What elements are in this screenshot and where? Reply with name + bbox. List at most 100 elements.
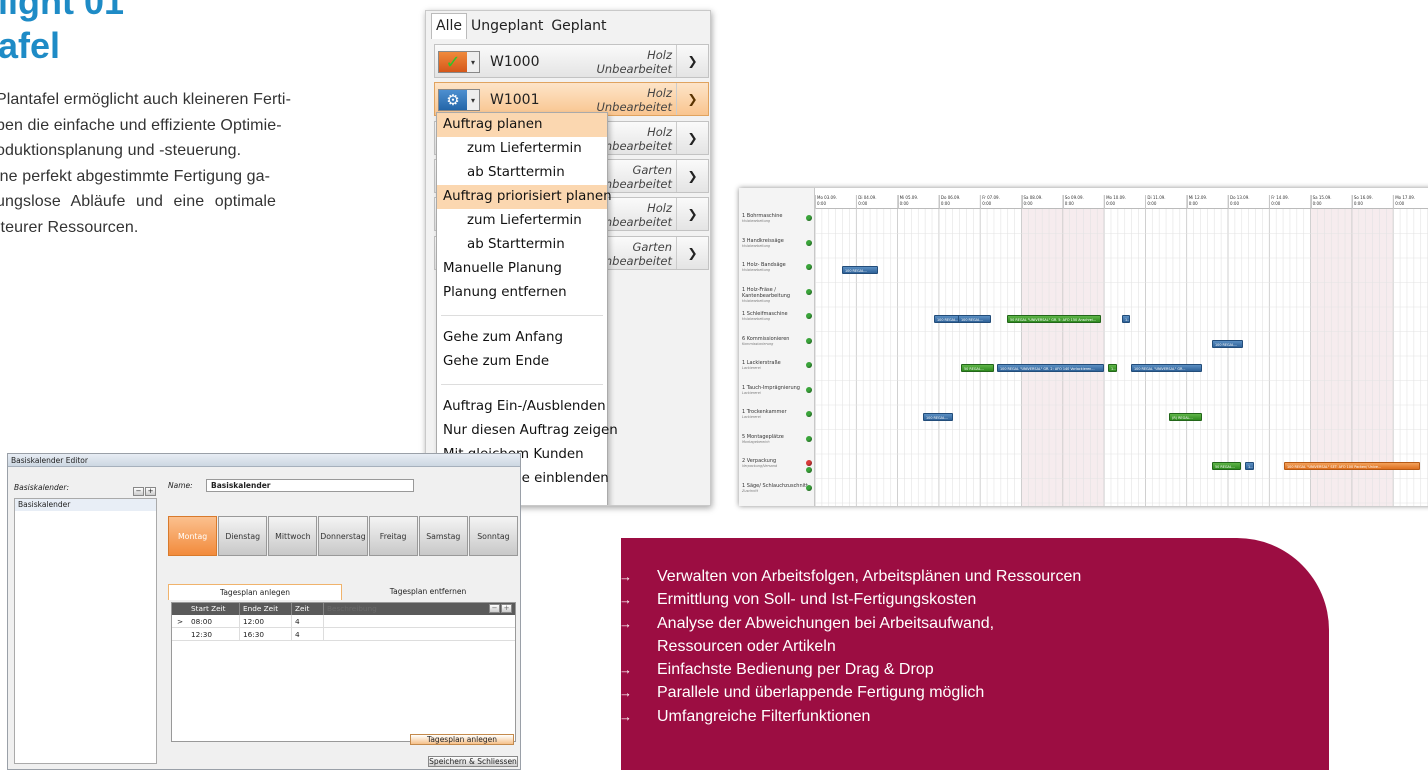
dropdown-arrow-icon[interactable]: ▾ (467, 52, 479, 72)
add-row-button[interactable]: + (501, 604, 512, 613)
resource-status-icon (806, 337, 812, 344)
resource-label[interactable]: 1 Säge/ Schlauchzuschnitt Zuschnitt (742, 483, 808, 493)
cell-zeit[interactable]: 4 (292, 615, 324, 627)
resource-label[interactable]: 3 Handkreissäge Holzbearbeitung (742, 238, 808, 248)
resource-label[interactable]: 1 Holz-Fräse / Kantenbearbeitung Holzbear… (742, 287, 808, 303)
chevron-down-icon[interactable]: ❯ (676, 198, 708, 230)
table-row[interactable]: 12:30 16:30 4 (172, 628, 515, 641)
gantt-task-bar[interactable]: 1... (1108, 364, 1117, 372)
list-item[interactable]: Basiskalender (15, 499, 156, 511)
day-button-freitag[interactable]: Freitag (368, 516, 418, 556)
intro-line: Plantafel ermöglicht auch kleineren Fert… (0, 91, 292, 108)
gantt-task-bar[interactable]: (R) REGAL... (1169, 413, 1202, 421)
gantt-task-bar[interactable]: 100 REGAL "UNIVERSAL" GR. 2: AFO 140 Vor… (997, 364, 1104, 372)
order-row-w1001[interactable]: ⚙ ▾ W1001 Holz Unbearbeitet ❯ (434, 82, 709, 116)
save-close-button[interactable]: Speichern & Schliessen (428, 756, 518, 767)
chevron-down-icon[interactable]: ❯ (676, 122, 708, 154)
feature-item: → Analyse der Abweichungen bei Arbeitsauf… (621, 612, 1081, 635)
gantt-task-bar[interactable]: 100 REGAL... (842, 266, 878, 274)
tab-alle[interactable]: Alle (431, 13, 467, 39)
menu-item-planung-entfernen[interactable]: Planung entfernen (437, 281, 607, 305)
dropdown-arrow-icon[interactable]: ▾ (467, 90, 479, 110)
status-button[interactable]: ✓ ▾ (438, 51, 480, 73)
cell-end[interactable]: 12:00 (240, 615, 292, 627)
table-row[interactable]: > 08:00 12:00 4 (172, 615, 515, 628)
column-header: Start Zeit (188, 603, 240, 615)
resource-label[interactable]: 2 Verpackung Verpackung/Versand (742, 458, 808, 468)
cell-zeit[interactable]: 4 (292, 628, 324, 640)
tab-tagesplan-entfernen[interactable]: Tagesplan entfernen (342, 584, 514, 600)
timeline-day-label: Sa 08.09. 0:00 (1021, 195, 1063, 209)
headline-line1: light 01 (0, 0, 125, 22)
day-button-dienstag[interactable]: Dienstag (218, 516, 268, 556)
gantt-task-bar[interactable]: 50 REGAL "UNIVERSAL" GR. 5: AFO 150 Ansc… (1007, 315, 1101, 323)
resource-status-icon (806, 460, 812, 466)
add-button[interactable]: + (145, 487, 156, 496)
resource-label[interactable]: 5 Montageplätze Montagebereich (742, 434, 808, 444)
menu-item-gehe-zum-ende[interactable]: Gehe zum Ende (437, 350, 607, 374)
cell-start[interactable]: 12:30 (188, 628, 240, 640)
tab-geplant[interactable]: Geplant (547, 14, 610, 39)
create-day-plan-button[interactable]: Tagesplan anlegen (410, 734, 514, 745)
calendar-list[interactable]: Basiskalender (14, 498, 157, 764)
timeline-day-label: Fr 07.09. 0:00 (980, 195, 1021, 209)
order-row-w1000[interactable]: ✓ ▾ W1000 Holz Unbearbeitet ❯ (434, 44, 709, 78)
resource-status-icon (806, 467, 812, 473)
resource-label[interactable]: 1 Trockenkammer Lackiererei (742, 409, 808, 419)
timeline-day-label: So 09.09. 0:00 (1062, 195, 1104, 209)
column-header: Ende Zeit (240, 603, 292, 615)
menu-item-gehe-zum-anfang[interactable]: Gehe zum Anfang (437, 326, 607, 350)
cell-description[interactable] (324, 628, 515, 640)
resource-label[interactable]: 1 Lackierstraße Lackiererei (742, 360, 808, 370)
timeline-day-label: Di 11.09. 0:00 (1145, 195, 1186, 209)
menu-item-auftrag-planen[interactable]: Auftrag planen (437, 113, 607, 137)
resource-label[interactable]: 1 Holz- Bandsäge Holzbearbeitung (742, 262, 808, 272)
gantt-task-bar[interactable]: 100 REGAL... (1212, 339, 1243, 348)
chevron-down-icon[interactable]: ❯ (676, 83, 708, 115)
intro-line: oduktionsplanung und -steuerung. (0, 142, 242, 159)
resource-label[interactable]: 1 Tauch-Imprägnierung Lackiererei (742, 385, 808, 395)
remove-row-button[interactable]: − (489, 604, 500, 613)
day-button-donnerstag[interactable]: Donnerstag (318, 516, 368, 556)
feature-item: → Verwalten von Arbeitsfolgen, Arbeitsplä… (621, 565, 1081, 588)
day-button-montag[interactable]: Montag (168, 516, 218, 556)
resource-label[interactable]: 1 Schleifmaschine Holzbearbeitung (742, 311, 808, 321)
day-button-samstag[interactable]: Samstag (418, 516, 468, 556)
chevron-down-icon[interactable]: ❯ (676, 237, 708, 269)
feature-item: → Parallele und überlappende Fertigung mö… (621, 681, 1081, 704)
tab-ungeplant[interactable]: Ungeplant (467, 14, 547, 39)
status-button[interactable]: ⚙ ▾ (438, 89, 480, 111)
cell-start[interactable]: 08:00 (188, 615, 240, 627)
cell-end[interactable]: 16:30 (240, 628, 292, 640)
resource-label[interactable]: 6 Kommissionieren Kommissionierung (742, 336, 808, 346)
gantt-task-bar[interactable]: 100 REGAL "UNIVERSAL" GR... (1131, 364, 1202, 372)
day-button-sonntag[interactable]: Sonntag (468, 516, 518, 556)
column-header: Zeit (292, 603, 324, 615)
resource-label[interactable]: 1 Bohrmaschine Holzbearbeitung (742, 213, 808, 223)
gantt-task-bar[interactable]: 50 REGAL... (961, 364, 994, 372)
menu-item-nur-diesen-auftrag[interactable]: Nur diesen Auftrag zeigen (437, 419, 618, 443)
gantt-task-bar[interactable]: 1... (1245, 462, 1254, 470)
menu-item-ab-starttermin[interactable]: ab Starttermin (437, 233, 607, 257)
name-field[interactable]: Basiskalender (206, 479, 414, 492)
menu-item-zum-liefertermin[interactable]: zum Liefertermin (437, 209, 607, 233)
remove-button[interactable]: − (133, 487, 144, 496)
tab-tagesplan-anlegen[interactable]: Tagesplan anlegen (168, 584, 342, 600)
menu-item-ab-starttermin[interactable]: ab Starttermin (437, 161, 607, 185)
chevron-down-icon[interactable]: ❯ (676, 160, 708, 192)
arrow-icon: → (621, 685, 632, 701)
gantt-task-bar[interactable]: 100 REGAL... (958, 315, 991, 323)
cell-description[interactable] (324, 615, 515, 627)
menu-item-auftrag-priorisiert-planen[interactable]: Auftrag priorisiert planen (437, 185, 612, 209)
gantt-task-bar[interactable]: 50 REGAL... (1212, 462, 1241, 470)
chevron-down-icon[interactable]: ❯ (676, 45, 708, 77)
day-button-mittwoch[interactable]: Mittwoch (268, 516, 318, 556)
menu-item-auftrag-ein-ausblenden[interactable]: Auftrag Ein-/Ausblenden (437, 395, 607, 419)
gantt-task-bar[interactable]: 1... (1122, 315, 1130, 323)
menu-item-manuelle-planung[interactable]: Manuelle Planung (437, 257, 607, 281)
gantt-task-bar[interactable]: 100 REGAL... (923, 413, 953, 421)
filter-tabs: Alle Ungeplant Geplant (426, 11, 710, 39)
menu-item-zum-liefertermin[interactable]: zum Liefertermin (437, 137, 607, 161)
gantt-task-bar[interactable]: 100 REGAL "UNIVERSAL" SET: AFO 100 Packe… (1284, 462, 1420, 470)
row-marker: > (176, 617, 184, 626)
